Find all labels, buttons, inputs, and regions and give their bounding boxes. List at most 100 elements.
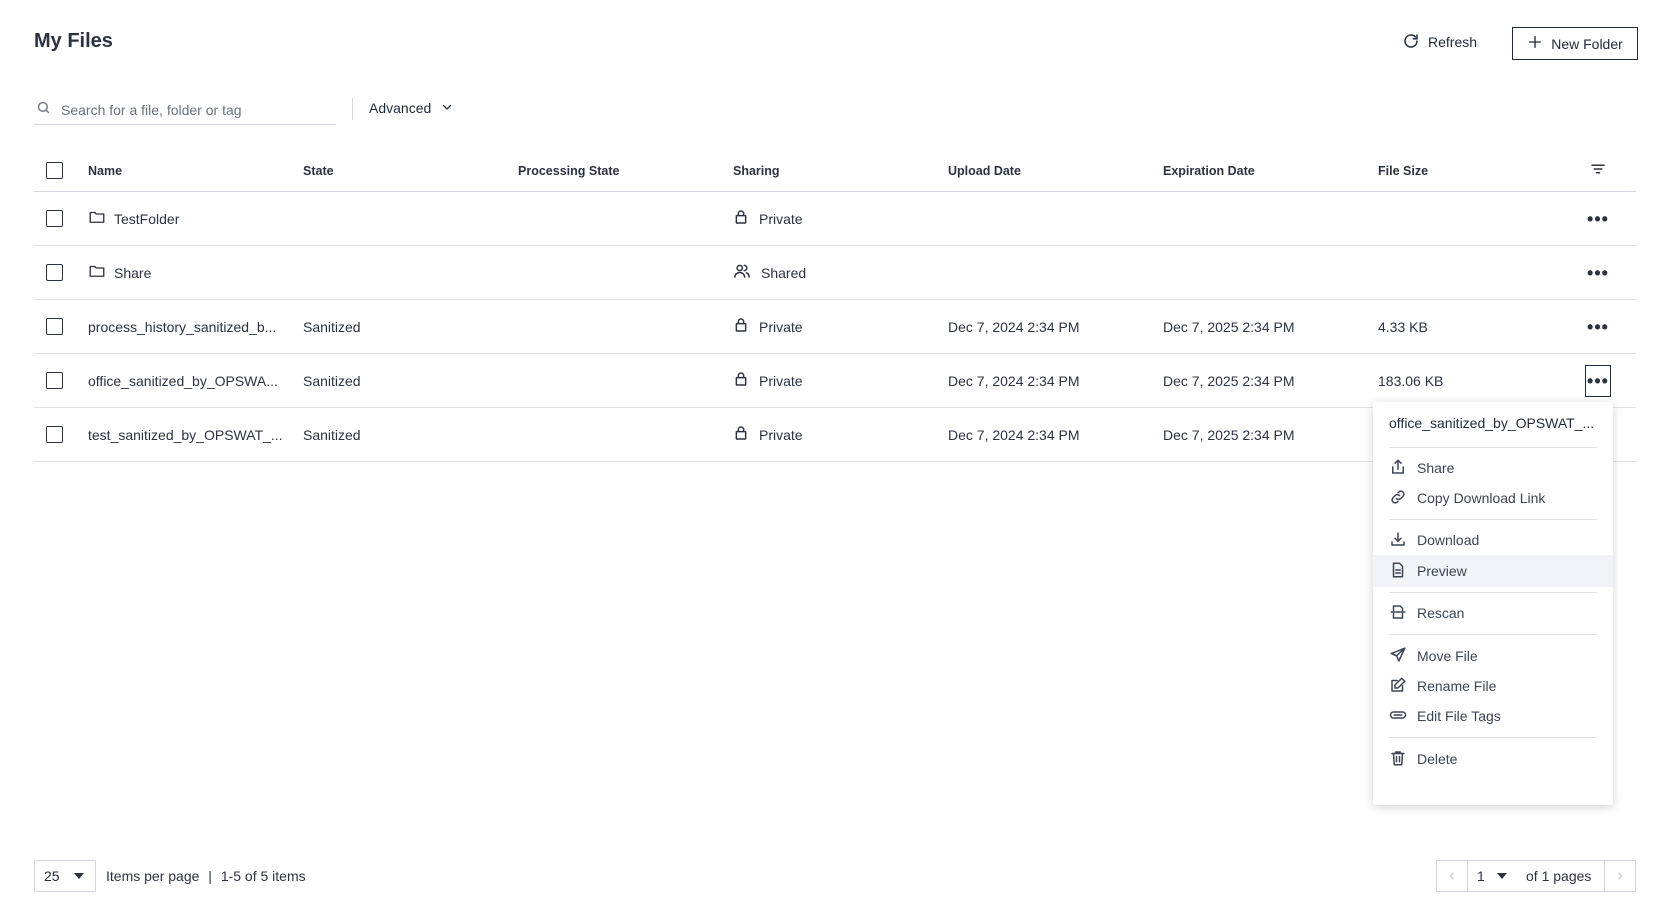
lock-icon <box>733 208 749 229</box>
more-icon: ••• <box>1587 316 1609 337</box>
column-header-processing-state[interactable]: Processing State <box>518 150 619 191</box>
expiration-date-cell: Dec 7, 2025 2:34 PM <box>1163 426 1295 443</box>
search-icon <box>34 100 51 120</box>
of-pages-label: of 1 pages <box>1526 868 1592 884</box>
table-header: Name State Processing State Sharing Uplo… <box>34 150 1636 192</box>
menu-divider <box>1389 737 1597 738</box>
more-icon: ••• <box>1587 262 1609 283</box>
menu-item-label: Preview <box>1417 563 1467 579</box>
advanced-dropdown[interactable]: Advanced <box>369 100 453 116</box>
menu-item-label: Download <box>1417 532 1480 548</box>
search-bar <box>34 95 336 125</box>
menu-item-label: Rescan <box>1417 605 1465 621</box>
state-cell: Sanitized <box>303 372 361 389</box>
sharing-cell: Private <box>759 318 803 335</box>
menu-item-copy-download-link[interactable]: Copy Download Link <box>1373 482 1613 514</box>
folder-icon <box>88 262 106 283</box>
search-divider <box>352 98 353 120</box>
expiration-date-cell: Dec 7, 2025 2:34 PM <box>1163 318 1295 335</box>
page-size-value: 25 <box>44 868 60 884</box>
send-icon <box>1389 646 1407 667</box>
row-checkbox[interactable] <box>46 210 63 227</box>
menu-item-preview[interactable]: Preview <box>1373 555 1613 587</box>
link-icon <box>1389 488 1407 509</box>
folder-icon <box>88 208 106 229</box>
row-checkbox[interactable] <box>46 264 63 281</box>
column-header-state[interactable]: State <box>303 150 334 191</box>
row-checkbox[interactable] <box>46 318 63 335</box>
edit-icon <box>1389 676 1407 697</box>
refresh-label: Refresh <box>1428 34 1478 50</box>
new-folder-label: New Folder <box>1551 35 1623 52</box>
chevron-left-icon <box>1449 872 1454 880</box>
row-actions-button[interactable]: ••• <box>1586 192 1610 245</box>
table-row[interactable]: Share Shared ••• <box>34 246 1636 300</box>
pagination-separator: | <box>208 868 212 884</box>
table-row[interactable]: TestFolder Private ••• <box>34 192 1636 246</box>
column-header-name[interactable]: Name <box>88 150 122 191</box>
row-checkbox[interactable] <box>46 372 63 389</box>
column-header-file-size[interactable]: File Size <box>1378 150 1428 191</box>
menu-divider <box>1389 592 1597 593</box>
previous-page-button[interactable] <box>1437 861 1468 891</box>
upload-date-cell: Dec 7, 2024 2:34 PM <box>948 426 1080 443</box>
lock-icon <box>733 424 749 445</box>
menu-item-rename-file[interactable]: Rename File <box>1373 670 1613 702</box>
file-name-link[interactable]: office_sanitized_by_OPSWA... <box>88 373 278 389</box>
menu-item-label: Rename File <box>1417 678 1497 694</box>
table-row[interactable]: office_sanitized_by_OPSWA... Sanitized P… <box>34 354 1636 408</box>
users-icon <box>733 262 751 283</box>
menu-divider <box>1389 634 1597 635</box>
filter-columns-button[interactable] <box>1586 150 1610 191</box>
menu-item-download[interactable]: Download <box>1373 524 1613 556</box>
menu-item-delete[interactable]: Delete <box>1373 743 1613 775</box>
column-header-upload-date[interactable]: Upload Date <box>948 150 1021 191</box>
expiration-date-cell: Dec 7, 2025 2:34 PM <box>1163 372 1295 389</box>
plus-icon <box>1527 34 1543 53</box>
tag-icon <box>1389 706 1407 727</box>
menu-item-edit-file-tags[interactable]: Edit File Tags <box>1373 700 1613 732</box>
new-folder-button[interactable]: New Folder <box>1512 27 1638 60</box>
file-name-link[interactable]: test_sanitized_by_OPSWAT_... <box>88 427 283 443</box>
column-header-sharing[interactable]: Sharing <box>733 150 780 191</box>
items-per-page-label: Items per page <box>106 868 200 884</box>
download-icon <box>1389 530 1407 551</box>
menu-divider <box>1389 519 1597 520</box>
select-all-checkbox[interactable] <box>46 162 63 179</box>
advanced-label: Advanced <box>369 100 432 116</box>
file-size-cell: 183.06 KB <box>1378 372 1444 389</box>
share-icon <box>1389 458 1407 479</box>
sharing-cell: Private <box>759 426 803 443</box>
file-name-link[interactable]: Share <box>114 265 151 281</box>
menu-item-share[interactable]: Share <box>1373 452 1613 484</box>
page-size-select[interactable]: 25 <box>34 860 96 892</box>
upload-date-cell: Dec 7, 2024 2:34 PM <box>948 318 1080 335</box>
document-icon <box>1389 561 1407 582</box>
sharing-cell: Private <box>759 372 803 389</box>
caret-down-icon <box>73 873 84 879</box>
file-name-link[interactable]: process_history_sanitized_b... <box>88 319 276 335</box>
row-actions-button[interactable]: ••• <box>1586 246 1610 299</box>
lock-icon <box>733 370 749 391</box>
menu-item-label: Move File <box>1417 648 1478 664</box>
more-icon: ••• <box>1587 208 1609 229</box>
menu-item-label: Delete <box>1417 751 1458 767</box>
page-select[interactable]: 1 <box>1468 868 1524 884</box>
sharing-cell: Shared <box>761 264 807 281</box>
row-actions-button[interactable]: ••• <box>1586 300 1610 353</box>
menu-item-rescan[interactable]: Rescan <box>1373 597 1613 629</box>
search-input[interactable] <box>61 101 321 118</box>
sharing-cell: Private <box>759 210 803 227</box>
current-page-value: 1 <box>1477 868 1485 884</box>
column-header-expiration-date[interactable]: Expiration Date <box>1163 150 1255 191</box>
menu-item-move-file[interactable]: Move File <box>1373 640 1613 672</box>
table-row[interactable]: process_history_sanitized_b... Sanitized… <box>34 300 1636 354</box>
next-page-button[interactable] <box>1604 861 1635 891</box>
row-checkbox[interactable] <box>46 426 63 443</box>
refresh-button[interactable]: Refresh <box>1402 30 1477 54</box>
file-size-cell: 4.33 KB <box>1378 318 1428 335</box>
rescan-icon <box>1389 603 1407 624</box>
state-cell: Sanitized <box>303 318 361 335</box>
file-name-link[interactable]: TestFolder <box>114 211 179 227</box>
row-actions-button-active[interactable]: ••• <box>1585 365 1611 397</box>
